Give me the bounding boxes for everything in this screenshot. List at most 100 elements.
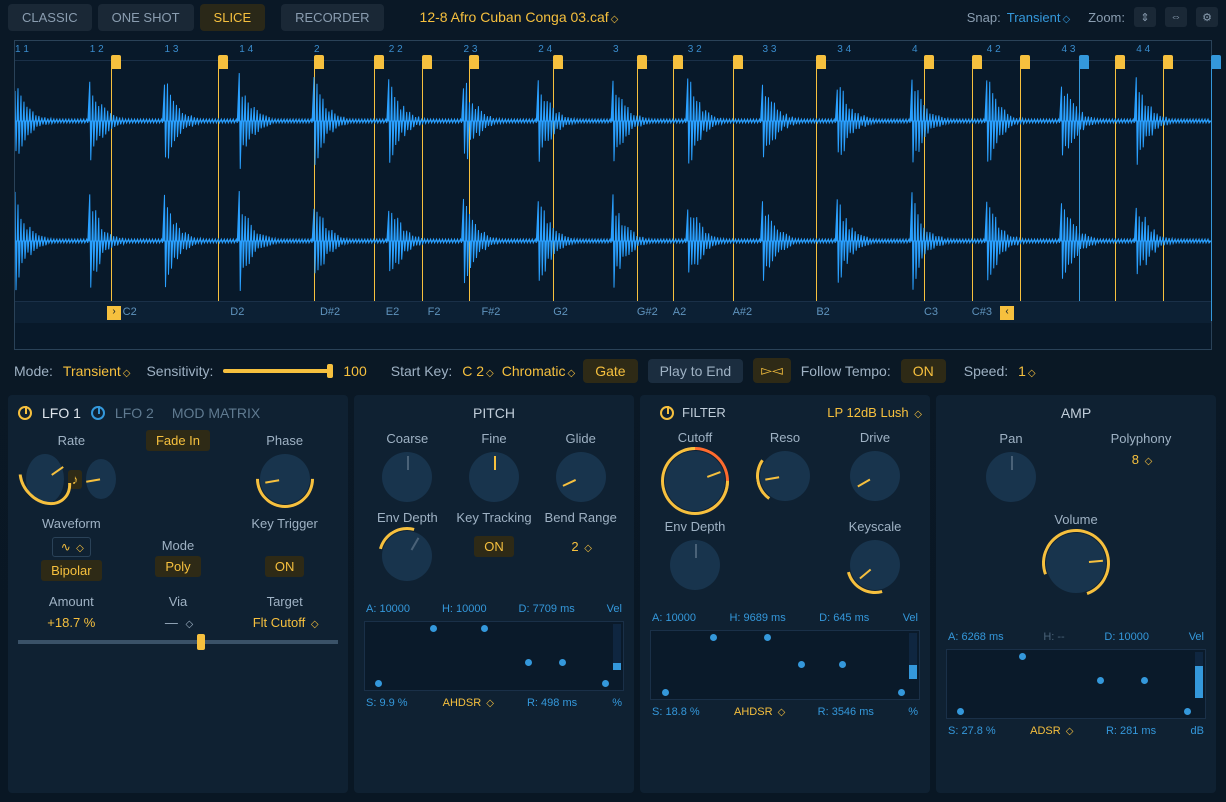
- env-pct: %: [612, 697, 622, 709]
- tab-slice[interactable]: SLICE: [200, 4, 266, 31]
- rate-label: Rate: [26, 433, 116, 448]
- reso-knob[interactable]: [760, 451, 810, 501]
- play-start-icon[interactable]: ›: [107, 306, 121, 320]
- fine-label: Fine: [451, 431, 538, 446]
- cutoff-knob[interactable]: [665, 451, 725, 511]
- amp-envelope[interactable]: [946, 649, 1206, 719]
- fade-knob[interactable]: [86, 459, 116, 499]
- start-key-dropdown[interactable]: C 2◇: [462, 363, 492, 379]
- env-r[interactable]: R: 3546 ms: [818, 706, 874, 718]
- env-r[interactable]: R: 498 ms: [527, 697, 577, 709]
- bend-range-label: Bend Range: [537, 510, 624, 525]
- beat-ruler: 1 11 21 31 422 22 32 433 23 33 444 24 34…: [15, 41, 1211, 61]
- filter-env-depth-knob[interactable]: [670, 540, 720, 590]
- play-end-icon[interactable]: ‹: [1000, 306, 1014, 320]
- waveform-selector[interactable]: ∿ ◇: [52, 537, 91, 557]
- fade-in-button[interactable]: Fade In: [146, 430, 210, 451]
- env-a[interactable]: A: 10000: [652, 612, 696, 624]
- via-dropdown[interactable]: — ◇: [133, 615, 223, 630]
- pan-label: Pan: [966, 431, 1056, 446]
- env-vel-label: Vel: [1189, 631, 1204, 643]
- waveform-left: [15, 61, 1211, 181]
- reso-label: Reso: [740, 430, 830, 445]
- sensitivity-label: Sensitivity:: [146, 363, 213, 379]
- drive-label: Drive: [830, 430, 920, 445]
- env-vel-label: Vel: [903, 612, 918, 624]
- env-a[interactable]: A: 6268 ms: [948, 631, 1004, 643]
- phase-label: Phase: [240, 433, 330, 448]
- gate-button[interactable]: Gate: [583, 359, 637, 383]
- env-d[interactable]: D: 645 ms: [819, 612, 869, 624]
- slice-flag-icon[interactable]: [1211, 55, 1221, 69]
- env-h: H: --: [1043, 631, 1064, 643]
- env-mode-dropdown[interactable]: AHDSR ◇: [734, 706, 783, 718]
- mode-dropdown[interactable]: Transient◇: [63, 363, 129, 379]
- velocity-slider[interactable]: [1195, 652, 1203, 698]
- slice-marker[interactable]: [1211, 61, 1212, 321]
- tab-oneshot[interactable]: ONE SHOT: [98, 4, 194, 31]
- coarse-knob[interactable]: [382, 452, 432, 502]
- zoom-vertical-icon[interactable]: ⇕: [1134, 7, 1156, 27]
- amount-value[interactable]: +18.7 %: [26, 615, 116, 630]
- filter-type-dropdown[interactable]: LP 12dB Lush ◇: [827, 405, 920, 420]
- env-a[interactable]: A: 10000: [366, 603, 410, 615]
- filter-envelope[interactable]: [650, 630, 920, 700]
- play-to-end-button[interactable]: Play to End: [648, 359, 744, 383]
- env-mode-dropdown[interactable]: ADSR ◇: [1030, 725, 1071, 737]
- env-d[interactable]: D: 10000: [1104, 631, 1149, 643]
- env-s[interactable]: S: 27.8 %: [948, 725, 996, 737]
- velocity-slider[interactable]: [613, 624, 621, 670]
- snap-dropdown[interactable]: Transient◇: [1007, 10, 1068, 25]
- bend-range-value[interactable]: 2 ◇: [537, 539, 624, 554]
- tab-modmatrix[interactable]: MOD MATRIX: [172, 405, 260, 421]
- gear-icon[interactable]: ⚙: [1196, 7, 1218, 27]
- follow-tempo-button[interactable]: ON: [901, 359, 946, 383]
- volume-knob[interactable]: [1046, 533, 1106, 593]
- env-s[interactable]: S: 9.9 %: [366, 697, 408, 709]
- env-d[interactable]: D: 7709 ms: [519, 603, 575, 615]
- power-icon[interactable]: [91, 406, 105, 420]
- reverse-icon[interactable]: ▻◅: [753, 358, 791, 383]
- target-dropdown[interactable]: Flt Cutoff ◇: [240, 615, 330, 630]
- env-mode-dropdown[interactable]: AHDSR ◇: [443, 697, 492, 709]
- env-depth-label: Env Depth: [364, 510, 451, 525]
- power-icon[interactable]: [660, 406, 674, 420]
- tab-recorder[interactable]: RECORDER: [281, 4, 383, 31]
- phase-knob[interactable]: [260, 454, 310, 504]
- env-h[interactable]: H: 9689 ms: [729, 612, 785, 624]
- tab-classic[interactable]: CLASSIC: [8, 4, 92, 31]
- snap-label: Snap:: [967, 10, 1001, 25]
- env-pct: %: [908, 706, 918, 718]
- polyphony-label: Polyphony: [1096, 431, 1186, 446]
- bipolar-button[interactable]: Bipolar: [41, 560, 101, 581]
- keyscale-knob[interactable]: [850, 540, 900, 590]
- chromatic-dropdown[interactable]: Chromatic◇: [502, 363, 574, 379]
- env-r[interactable]: R: 281 ms: [1106, 725, 1156, 737]
- sensitivity-slider[interactable]: [223, 369, 333, 373]
- speed-dropdown[interactable]: 1◇: [1018, 363, 1034, 379]
- key-tracking-button[interactable]: ON: [474, 536, 514, 557]
- lfo-mode-button[interactable]: Poly: [155, 556, 200, 577]
- filter-section: FILTER LP 12dB Lush ◇ Cutoff Reso Drive …: [640, 395, 930, 793]
- sensitivity-value[interactable]: 100: [343, 363, 366, 379]
- velocity-slider[interactable]: [909, 633, 917, 679]
- key-tracking-label: Key Tracking: [451, 510, 538, 525]
- glide-knob[interactable]: [556, 452, 606, 502]
- tab-lfo1[interactable]: LFO 1: [42, 405, 81, 421]
- power-icon[interactable]: [18, 406, 32, 420]
- rate-knob[interactable]: [26, 454, 64, 504]
- zoom-horizontal-icon[interactable]: ⇔: [1165, 7, 1187, 27]
- polyphony-value[interactable]: 8 ◇: [1096, 452, 1186, 467]
- env-s[interactable]: S: 18.8 %: [652, 706, 700, 718]
- fine-knob[interactable]: [469, 452, 519, 502]
- pitch-env-depth-knob[interactable]: [382, 531, 432, 581]
- pitch-envelope[interactable]: [364, 621, 624, 691]
- key-trigger-button[interactable]: ON: [265, 556, 305, 577]
- filename-dropdown[interactable]: 12-8 Afro Cuban Conga 03.caf◇: [420, 9, 617, 25]
- pan-knob[interactable]: [986, 452, 1036, 502]
- env-h[interactable]: H: 10000: [442, 603, 487, 615]
- tab-lfo2[interactable]: LFO 2: [115, 405, 154, 421]
- waveform-display[interactable]: 1 11 21 31 422 22 32 433 23 33 444 24 34…: [14, 40, 1212, 350]
- drive-knob[interactable]: [850, 451, 900, 501]
- amount-slider[interactable]: [18, 640, 338, 644]
